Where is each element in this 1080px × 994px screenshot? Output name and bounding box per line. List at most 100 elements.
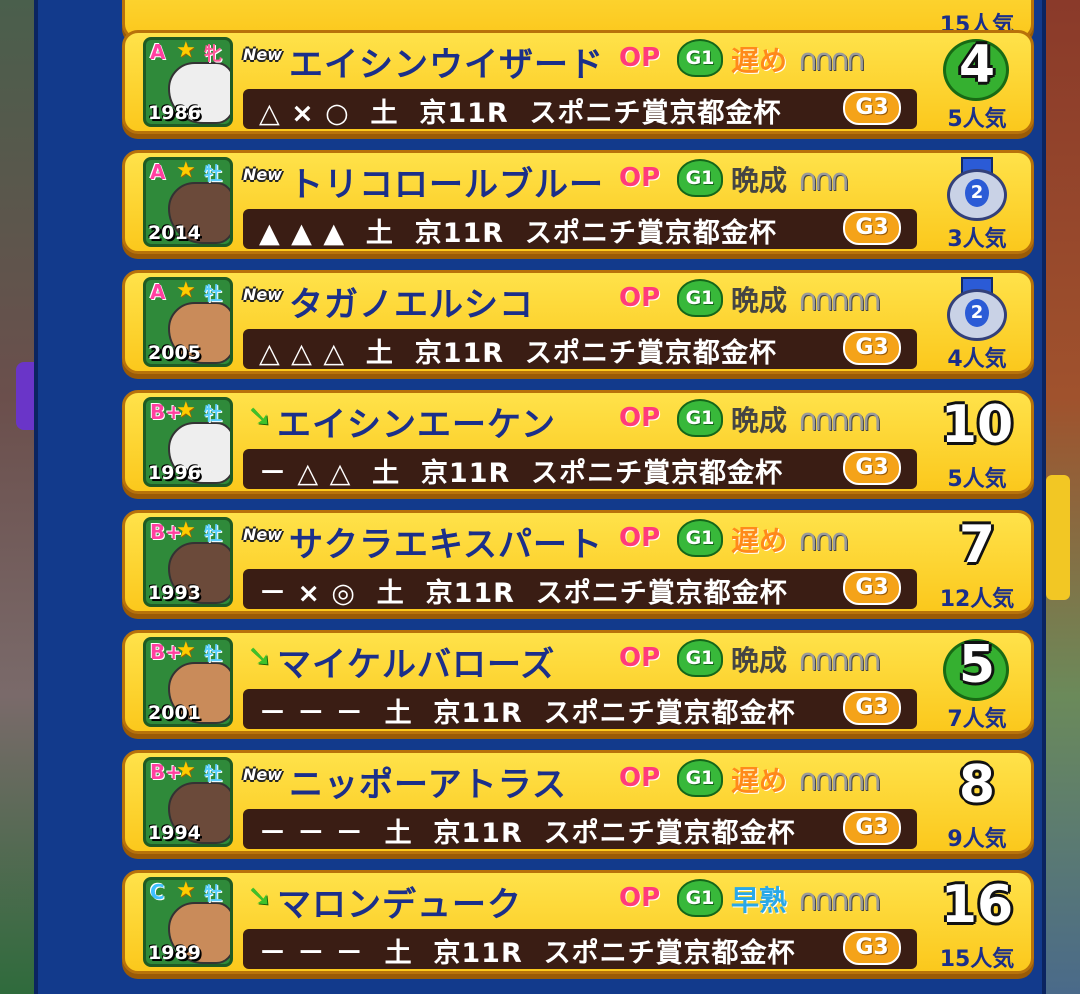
growth-type-label: 遅め — [731, 524, 788, 557]
finish-position: 16 — [940, 875, 1014, 935]
popularity-label: 4人気 — [947, 347, 1007, 372]
growth-type-label: 晩成 — [731, 644, 788, 677]
horse-name: トリコロールブルー — [289, 165, 604, 205]
star-icon: ★ — [176, 398, 196, 423]
race-info-text: － － － 土 京11R スポニチ賞京都金杯 — [259, 698, 796, 729]
op-label: OP — [619, 43, 661, 73]
medal-icon: 2 — [941, 277, 1013, 343]
grade-badge: G3 — [843, 571, 901, 605]
birth-year: 1996 — [148, 462, 201, 484]
horse-card-1[interactable]: A ★ 牝 1986 New エイシンウイザード OP G1 遅め ∩∩∩∩ △… — [122, 30, 1034, 134]
finish-position: 5 — [958, 635, 996, 695]
side-tab[interactable] — [16, 362, 34, 430]
sex-label: 牡 — [204, 884, 222, 905]
birth-year: 1994 — [148, 822, 201, 844]
result-box: 10 5人気 — [927, 393, 1027, 492]
result-box: 16 15人気 — [927, 873, 1027, 972]
horse-card-5[interactable]: B+ ★ 牡 1993 New サクラエキスパート OP G1 遅め ∩∩∩ －… — [122, 510, 1034, 614]
g1-laurel-icon: G1 — [677, 879, 723, 917]
medal-number: 2 — [965, 179, 989, 207]
horseshoe-icons: ∩∩∩∩∩ — [797, 883, 883, 918]
sex-label: 牡 — [204, 764, 222, 785]
horse-name: ニッポーアトラス — [289, 765, 567, 805]
op-label: OP — [619, 163, 661, 193]
growth-type-label: 晩成 — [731, 404, 788, 437]
result-box: 7 12人気 — [927, 513, 1027, 612]
new-badge: New — [243, 765, 283, 784]
race-info-text: △ × ○ 土 京11R スポニチ賞京都金杯 — [259, 98, 782, 129]
birth-year: 2001 — [148, 702, 201, 724]
horse-list-panel: 15人気 A ★ 牝 1986 New エイシンウイザード OP G1 遅め ∩… — [34, 0, 1070, 994]
horse-name: エイシンウイザード — [289, 45, 604, 85]
birth-year: 2014 — [148, 222, 201, 244]
finish-position: 8 — [958, 755, 996, 815]
horse-card-6[interactable]: B+ ★ 牡 2001 ➘ マイケルバローズ OP G1 晩成 ∩∩∩∩∩ － … — [122, 630, 1034, 734]
g1-laurel-icon: G1 — [677, 639, 723, 677]
horse-portrait: A ★ 牝 1986 — [143, 37, 233, 127]
horseshoe-icons: ∩∩∩∩∩ — [797, 403, 883, 438]
g1-laurel-icon: G1 — [677, 159, 723, 197]
grade-badge: G3 — [843, 931, 901, 965]
rank-label: A — [150, 160, 166, 184]
popularity-label: 5人気 — [947, 107, 1007, 132]
horse-card-2[interactable]: A ★ 牡 2014 New トリコロールブルー OP G1 晩成 ∩∩∩ ▲ … — [122, 150, 1034, 254]
rank-label: A — [150, 40, 166, 64]
result-box: 8 9人気 — [927, 753, 1027, 852]
horse-card-3[interactable]: A ★ 牡 2005 New タガノエルシコ OP G1 晩成 ∩∩∩∩∩ △ … — [122, 270, 1034, 374]
horse-card-8[interactable]: C ★ 牡 1989 ➘ マロンデューク OP G1 早熟 ∩∩∩∩∩ － － … — [122, 870, 1034, 974]
star-icon: ★ — [176, 518, 196, 543]
race-info-bar: － × ◎ 土 京11R スポニチ賞京都金杯 G3 — [243, 569, 917, 609]
race-info-text: ▲ ▲ ▲ 土 京11R スポニチ賞京都金杯 — [259, 218, 777, 249]
birth-year: 1986 — [148, 102, 201, 124]
race-info-text: － － － 土 京11R スポニチ賞京都金杯 — [259, 938, 796, 969]
birth-year: 1993 — [148, 582, 201, 604]
op-label: OP — [619, 523, 661, 553]
horse-portrait: B+ ★ 牡 1993 — [143, 517, 233, 607]
op-label: OP — [619, 283, 661, 313]
growth-type-label: 遅め — [731, 44, 788, 77]
race-info-text: － △ △ 土 京11R スポニチ賞京都金杯 — [259, 458, 784, 489]
horse-card-7[interactable]: B+ ★ 牡 1994 New ニッポーアトラス OP G1 遅め ∩∩∩∩∩ … — [122, 750, 1034, 854]
horse-name: マイケルバローズ — [277, 645, 556, 685]
grade-badge: G3 — [843, 451, 901, 485]
sex-label: 牡 — [204, 524, 222, 545]
result-box: 2 4人気 — [927, 273, 1027, 372]
finish-position: 7 — [958, 515, 996, 575]
op-label: OP — [619, 643, 661, 673]
down-arrow-icon: ➘ — [247, 399, 273, 434]
race-info-text: － × ◎ 土 京11R スポニチ賞京都金杯 — [259, 578, 788, 609]
down-arrow-icon: ➘ — [247, 639, 273, 674]
rank-label: C — [150, 880, 165, 904]
scrollbar-thumb[interactable] — [1046, 475, 1070, 600]
race-info-bar: ▲ ▲ ▲ 土 京11R スポニチ賞京都金杯 G3 — [243, 209, 917, 249]
grade-badge: G3 — [843, 331, 901, 365]
g1-laurel-icon: G1 — [677, 279, 723, 317]
race-info-bar: － － － 土 京11R スポニチ賞京都金杯 G3 — [243, 929, 917, 969]
horse-name: タガノエルシコ — [289, 285, 534, 325]
growth-type-label: 遅め — [731, 764, 788, 797]
star-icon: ★ — [176, 38, 196, 63]
race-info-bar: － △ △ 土 京11R スポニチ賞京都金杯 G3 — [243, 449, 917, 489]
star-icon: ★ — [176, 638, 196, 663]
g1-laurel-icon: G1 — [677, 399, 723, 437]
race-info-bar: － － － 土 京11R スポニチ賞京都金杯 G3 — [243, 689, 917, 729]
race-info-bar: － － － 土 京11R スポニチ賞京都金杯 G3 — [243, 809, 917, 849]
result-box: 2 3人気 — [927, 153, 1027, 252]
birth-year: 2005 — [148, 342, 201, 364]
new-badge: New — [243, 285, 283, 304]
sex-label: 牡 — [204, 404, 222, 425]
g1-laurel-icon: G1 — [677, 759, 723, 797]
growth-type-label: 晩成 — [731, 284, 788, 317]
grade-badge: G3 — [843, 811, 901, 845]
horse-name: エイシンエーケン — [277, 405, 556, 445]
g1-laurel-icon: G1 — [677, 519, 723, 557]
sex-label: 牡 — [204, 164, 222, 185]
result-box: 4 5人気 — [927, 33, 1027, 132]
popularity-label: 15人気 — [939, 947, 1015, 972]
finish-position: 10 — [940, 395, 1014, 455]
star-icon: ★ — [176, 758, 196, 783]
horse-portrait: C ★ 牡 1989 — [143, 877, 233, 967]
growth-type-label: 早熟 — [731, 884, 788, 917]
horse-card-4[interactable]: B+ ★ 牡 1996 ➘ エイシンエーケン OP G1 晩成 ∩∩∩∩∩ － … — [122, 390, 1034, 494]
birth-year: 1989 — [148, 942, 201, 964]
